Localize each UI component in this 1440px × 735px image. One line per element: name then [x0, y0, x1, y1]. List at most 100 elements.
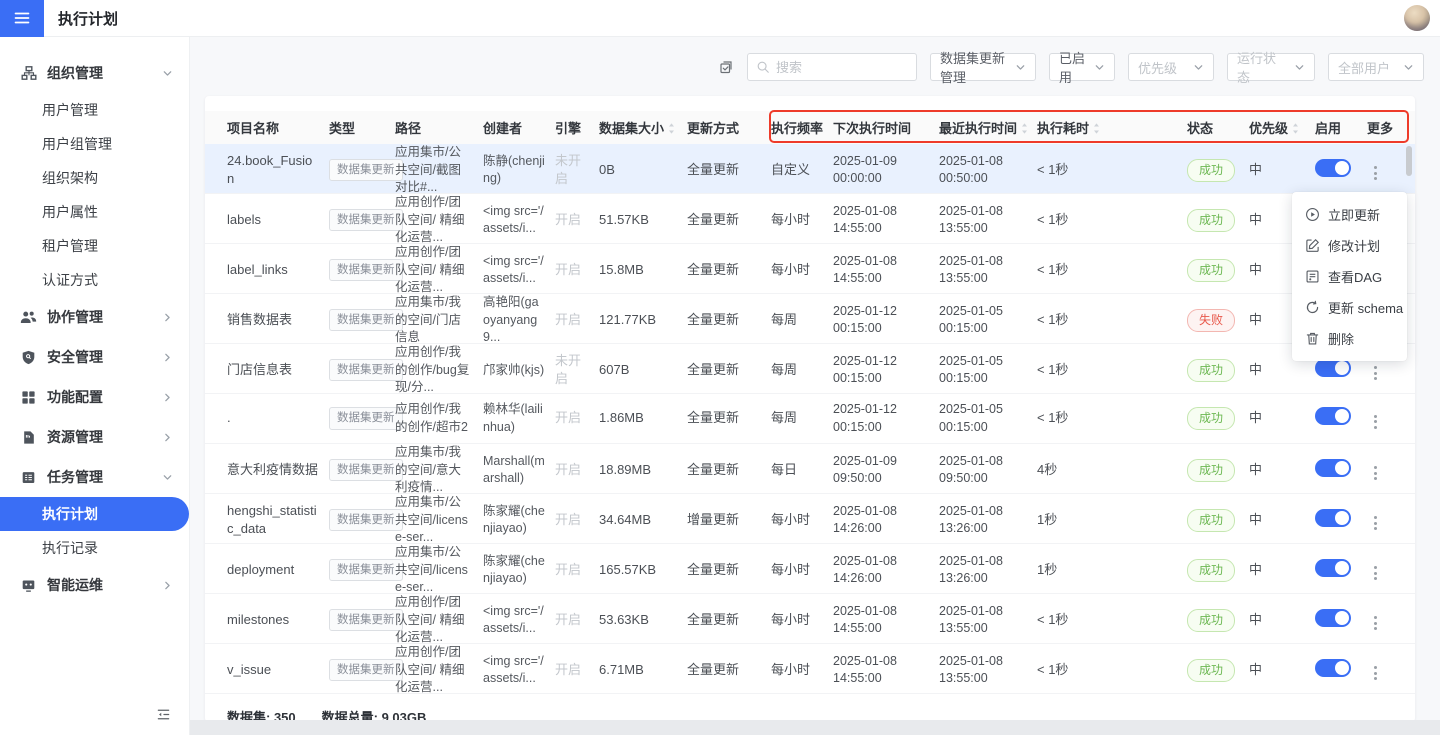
table-row[interactable]: label_links数据集更新应用创作/团队空间/ 精细化运营...<img …: [205, 244, 1415, 294]
enable-toggle[interactable]: [1315, 359, 1351, 377]
sidebar-subitem-user-group-management[interactable]: 用户组管理: [0, 127, 189, 161]
enable-toggle[interactable]: [1315, 407, 1351, 425]
column-header-priority[interactable]: 优先级: [1249, 118, 1315, 137]
menu-item-edit-plan[interactable]: 修改计划: [1292, 230, 1407, 261]
sidebar-subitem-user-attributes[interactable]: 用户属性: [0, 195, 189, 229]
dataset-type: 数据集更新: [329, 359, 395, 381]
sidebar-subitem-execution-plan[interactable]: 执行计划: [0, 497, 189, 531]
table-row[interactable]: 意大利疫情数据数据集更新应用集市/我的空间/意大利疫情...Marshall(m…: [205, 444, 1415, 494]
batch-select-icon[interactable]: [718, 59, 734, 75]
status: 成功: [1187, 509, 1249, 532]
sidebar-item-feature-config[interactable]: 功能配置: [0, 377, 189, 417]
table-row[interactable]: 销售数据表数据集更新应用集市/我的空间/门店信息高艳阳(gaoyanyang9.…: [205, 294, 1415, 344]
type-badge: 数据集更新: [329, 407, 403, 429]
enable-toggle[interactable]: [1315, 509, 1351, 527]
more-actions-button[interactable]: [1367, 362, 1384, 384]
column-label: 类型: [329, 118, 355, 137]
sidebar-item-collaboration-management[interactable]: 协作管理: [0, 297, 189, 337]
sidebar-subitem-auth-method[interactable]: 认证方式: [0, 263, 189, 297]
column-header-duration[interactable]: 执行耗时: [1037, 118, 1187, 137]
resource-icon: [20, 429, 37, 446]
dataset-size: 6.71MB: [599, 661, 687, 679]
menu-toggle-button[interactable]: [0, 0, 44, 37]
table-row[interactable]: 门店信息表数据集更新应用创作/我的创作/bug复现/分...邝家帅(kjs)未开…: [205, 344, 1415, 394]
sidebar-subitem-tenant-management[interactable]: 租户管理: [0, 229, 189, 263]
enable-toggle[interactable]: [1315, 459, 1351, 477]
dataset-size: 165.57KB: [599, 561, 687, 579]
priority: 中: [1249, 361, 1315, 379]
chevron-right-icon: [162, 432, 173, 443]
column-header-size[interactable]: 数据集大小: [599, 118, 687, 137]
filter-selects: 数据集更新管理已启用优先级运行状态全部用户: [930, 53, 1424, 81]
more-actions-button[interactable]: [1367, 462, 1384, 484]
more-actions-button[interactable]: [1367, 162, 1384, 184]
hamburger-icon: [13, 9, 31, 27]
sidebar-item-org-management[interactable]: 组织管理: [0, 53, 189, 93]
sidebar-subitem-execution-records[interactable]: 执行记录: [0, 531, 189, 565]
more-actions-button[interactable]: [1367, 662, 1384, 684]
priority: 中: [1249, 661, 1315, 679]
next-run-time: 2025-01-0900:00:00: [833, 153, 939, 188]
run-status-filter[interactable]: 运行状态: [1227, 53, 1315, 81]
table-row[interactable]: deployment数据集更新应用集市/公共空间/license-ser...陈…: [205, 544, 1415, 594]
dataset-type: 数据集更新: [329, 309, 395, 331]
table-row[interactable]: labels数据集更新应用创作/团队空间/ 精细化运营...<img src='…: [205, 194, 1415, 244]
avatar[interactable]: [1404, 5, 1430, 31]
dataset-size: 0B: [599, 161, 687, 179]
column-header-creator: 创建者: [483, 118, 555, 137]
duration: 1秒: [1037, 511, 1187, 529]
duration: 1秒: [1037, 561, 1187, 579]
more: [1367, 506, 1403, 534]
update-method: 全量更新: [687, 261, 771, 279]
table-row[interactable]: 24.book_Fusion数据集更新应用集市/公共空间/截图对比#...陈静(…: [205, 144, 1415, 194]
sidebar-item-task-management[interactable]: 任务管理: [0, 457, 189, 497]
update-method: 全量更新: [687, 161, 771, 179]
column-label: 引擎: [555, 118, 581, 137]
more-actions-button[interactable]: [1367, 512, 1384, 534]
dataset-update-type-filter[interactable]: 数据集更新管理: [930, 53, 1036, 81]
filter-value: 已启用: [1059, 48, 1088, 86]
enabled-filter[interactable]: 已启用: [1049, 53, 1115, 81]
sidebar-subitem-user-management[interactable]: 用户管理: [0, 93, 189, 127]
dataset-size: 15.8MB: [599, 261, 687, 279]
scrollbar-thumb[interactable]: [1406, 146, 1412, 176]
next-run-time: 2025-01-0814:55:00: [833, 203, 939, 238]
user-filter[interactable]: 全部用户: [1328, 53, 1424, 81]
sidebar-subitem-org-structure[interactable]: 组织架构: [0, 161, 189, 195]
last-run-time: 2025-01-0813:55:00: [939, 653, 1037, 688]
more-actions-button[interactable]: [1367, 411, 1384, 433]
more-actions-button[interactable]: [1367, 612, 1384, 634]
sidebar-item-intelligent-ops[interactable]: 智能运维: [0, 565, 189, 605]
update-method: 全量更新: [687, 311, 771, 329]
sidebar-item-security-management[interactable]: 安全管理: [0, 337, 189, 377]
search-input[interactable]: [776, 60, 908, 75]
chevron-down-icon: [162, 472, 173, 483]
frequency: 每小时: [771, 511, 833, 529]
priority-filter[interactable]: 优先级: [1128, 53, 1214, 81]
table-row[interactable]: v_issue数据集更新应用创作/团队空间/ 精细化运营...<img src=…: [205, 644, 1415, 694]
sidebar: 组织管理用户管理用户组管理组织架构用户属性租户管理认证方式协作管理安全管理功能配…: [0, 37, 190, 735]
enable-toggle[interactable]: [1315, 159, 1351, 177]
next-run-time: 2025-01-0814:55:00: [833, 253, 939, 288]
frequency: 每周: [771, 361, 833, 379]
enable-toggle[interactable]: [1315, 659, 1351, 677]
column-header-last-run[interactable]: 最近执行时间: [939, 118, 1037, 137]
sidebar-item-resource-management[interactable]: 资源管理: [0, 417, 189, 457]
collapse-sidebar-icon[interactable]: [156, 707, 171, 722]
menu-item-update-schema[interactable]: 更新 schema: [1292, 292, 1407, 323]
status: 成功: [1187, 459, 1249, 482]
more-actions-button[interactable]: [1367, 562, 1384, 584]
menu-item-delete[interactable]: 删除: [1292, 323, 1407, 354]
enable-toggle[interactable]: [1315, 559, 1351, 577]
column-header-next-run: 下次执行时间: [833, 118, 939, 137]
table-row[interactable]: milestones数据集更新应用创作/团队空间/ 精细化运营...<img s…: [205, 594, 1415, 644]
frequency: 每小时: [771, 561, 833, 579]
priority: 中: [1249, 611, 1315, 629]
engine-status: 开启: [555, 409, 599, 427]
menu-item-view-dag[interactable]: 查看DAG: [1292, 261, 1407, 292]
table-row[interactable]: hengshi_statistic_data数据集更新应用集市/公共空间/lic…: [205, 494, 1415, 544]
enable-toggle[interactable]: [1315, 609, 1351, 627]
table-row[interactable]: .数据集更新应用创作/我的创作/超市2赖林华(lailinhua)开启1.86M…: [205, 394, 1415, 444]
ops-icon: [20, 577, 37, 594]
menu-item-update-now[interactable]: 立即更新: [1292, 199, 1407, 230]
